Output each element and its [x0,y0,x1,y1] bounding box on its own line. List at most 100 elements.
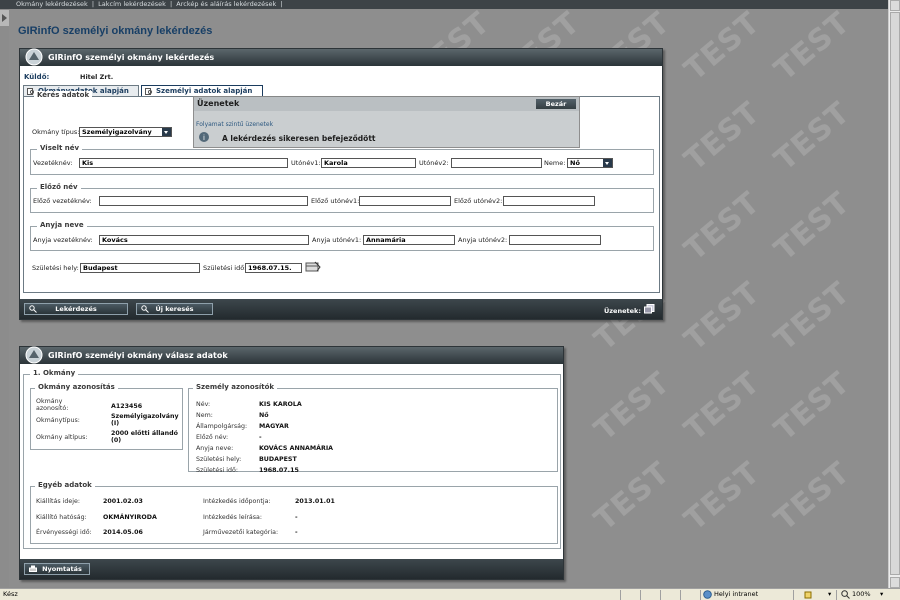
person-sex-value: Nő [259,412,269,419]
action-description-label: Intézkedés leírása: [203,514,263,521]
scroll-up-icon[interactable] [890,0,900,11]
message-popup-header: Üzenetek Bezár [194,97,579,111]
issuer-value: OKMÁNYIRODA [103,514,157,521]
query-button[interactable]: Lekérdezés [24,303,128,315]
previous-first1-label: Előző utónév1: [311,197,360,205]
mother-surname-input[interactable]: Kovács [99,235,309,245]
status-divider [660,590,661,600]
document-section-title: 1. Okmány [30,369,79,377]
previous-name-fieldset: Előző név Előző vezetéknév: Előző utónév… [30,183,654,213]
status-divider [680,590,681,600]
birth-date-result-value: 1968.07.15 [259,467,299,474]
doc-type-select[interactable]: Személyigazolvány [79,127,172,137]
watermark: TEST [587,365,678,448]
calendar-icon[interactable] [305,260,321,273]
status-text: Kész [3,590,18,598]
doc-id-title: Okmány azonosítás [35,383,118,391]
info-icon: i [199,132,209,142]
girinfo-logo-icon [25,48,43,66]
result-panel-footer: Nyomtatás [20,559,563,579]
print-button[interactable]: Nyomtatás [24,563,90,575]
current-name-title: Viselt név [37,144,83,152]
current-name-fieldset: Viselt név Vezetéknév: Kis Utónév1: Karo… [30,144,654,175]
status-divider [620,590,621,600]
status-bar: Kész Helyi intranet ▾ 100% ▾ [0,588,900,600]
watermark: TEST [677,9,768,88]
doc-type-result-value: Személyigazolvány (I) [111,413,179,427]
watermark: TEST [677,275,768,358]
birth-date-input[interactable]: 1968.07.15. [245,263,302,273]
zoom-level[interactable]: 100% [852,589,871,600]
vertical-scrollbar[interactable] [888,0,900,588]
person-sex-label: Nem: [196,412,213,419]
person-name-label: Név: [196,401,211,408]
girinfo-logo-icon [25,346,43,364]
process-messages-label: Folyamat szintű üzenetek [196,121,274,128]
query-panel-footer: Lekérdezés Új keresés Üzenetek: [20,299,662,319]
previous-name-title: Előző név [37,183,81,191]
watermark: TEST [587,455,678,538]
search-icon [29,305,37,313]
watermark: TEST [677,95,768,178]
protected-mode-icon[interactable] [804,590,814,599]
first-name2-input[interactable] [451,158,542,168]
printer-icon [29,565,37,572]
menu-item-address-queries[interactable]: Lakcím lekérdezések [98,0,166,8]
menu-separator: | [169,0,173,8]
person-id-fieldset: Személy azonosítók Név: KIS KAROLA Nem: … [188,383,558,474]
dropdown-icon[interactable]: ▾ [828,589,831,600]
doc-type-result-label: Okmánytípus: [36,417,80,424]
zoom-dropdown-icon[interactable]: ▾ [880,589,883,600]
previous-surname-input[interactable] [99,196,308,206]
watermark: TEST [677,365,768,448]
tab-personal-data[interactable]: Személyi adatok alapján [141,85,263,96]
message-popup: Üzenetek Bezár Folyamat szintű üzenetek … [193,96,580,148]
previous-first1-input[interactable] [359,196,451,206]
doc-subtype-value: 2000 előtti állandó (0) [111,430,178,444]
citizenship-label: Állampolgárság: [196,423,248,430]
action-date-value: 2013.01.01 [295,498,335,505]
top-menu-bar: Okmány lekérdezések | Lakcím lekérdezése… [0,0,888,9]
menu-separator: | [280,0,283,8]
svg-text:i: i [203,134,205,142]
menu-item-document-queries[interactable]: Okmány lekérdezések [16,0,88,8]
mother-first1-input[interactable]: Annamária [363,235,455,245]
zoom-icon[interactable] [841,590,850,599]
watermark: TEST [767,275,858,358]
doc-number-label: Okmány azonosító: [36,398,69,412]
birth-place-input[interactable]: Budapest [80,263,200,273]
messages-icon[interactable] [644,304,655,314]
person-id-title: Személy azonosítók [193,383,278,391]
issuer-label: Kiállító hatóság: [36,514,87,521]
sender-value: Hitel Zrt. [80,73,114,81]
first-name1-input[interactable]: Karola [321,158,416,168]
issue-date-label: Kiállítás ideje: [36,498,80,505]
mother-name-value: KOVÁCS ANNAMÁRIA [259,445,334,452]
chevron-down-icon [603,159,612,167]
zone-text: Helyi intranet [714,590,759,598]
search-icon [141,305,149,313]
watermark: TEST [767,9,858,88]
status-divider [700,590,701,600]
menu-item-photo-signature-queries[interactable]: Arckép és aláírás lekérdezések [176,0,276,8]
success-message: A lekérdezés sikeresen befejeződött [222,134,376,143]
scroll-down-icon[interactable] [890,577,900,588]
new-search-button[interactable]: Új keresés [136,303,213,315]
doc-type-label: Okmány típus: [32,128,80,136]
query-panel: GIRinfO személyi okmány lekérdezés Küldő… [19,48,663,320]
mother-first2-input[interactable] [509,235,601,245]
mother-name-label: Anyja neve: [196,445,234,452]
watermark: TEST [767,455,858,538]
first-name2-label: Utónév2: [419,159,449,167]
previous-surname-label: Előző vezetéknév: [33,197,92,205]
first-name1-label: Utónév1: [291,159,321,167]
sex-select[interactable]: Nő [567,158,613,168]
expand-arrow-icon[interactable] [0,10,9,26]
surname-input[interactable]: Kis [79,158,288,168]
close-button[interactable]: Bezár [536,99,576,109]
previous-first2-input[interactable] [503,196,595,206]
result-panel: GIRinfO személyi okmány válasz adatok 1.… [19,346,564,580]
watermark: TEST [677,185,768,268]
doc-id-fieldset: Okmány azonosítás Okmány azonosító: A123… [30,383,183,450]
scroll-thumb[interactable] [890,12,900,575]
